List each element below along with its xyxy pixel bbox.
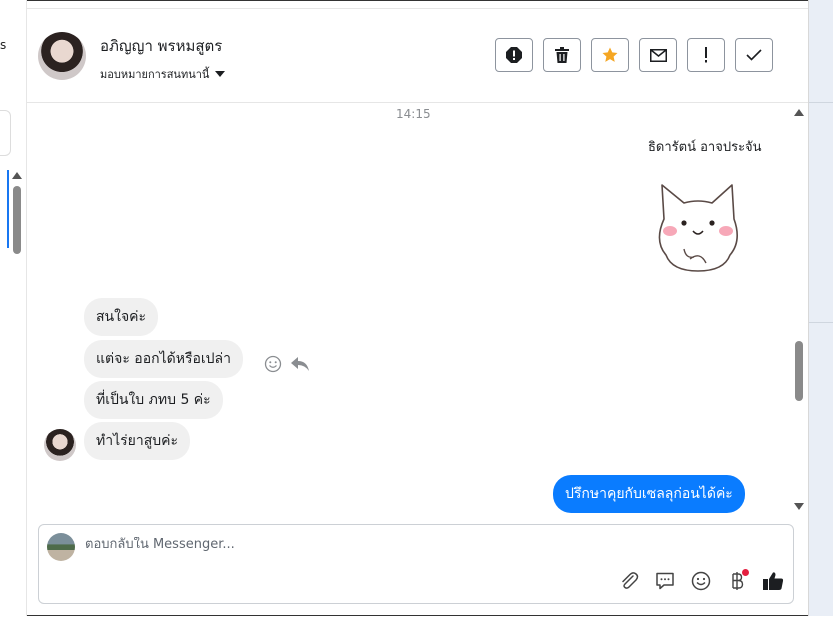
check-icon [746, 49, 762, 61]
exclamation-icon [705, 47, 707, 63]
spam-icon [506, 47, 522, 63]
thread-scrollbar[interactable] [794, 107, 804, 511]
incoming-message[interactable]: ที่เป็นใบ ภทบ 5 ค่ะ [84, 381, 223, 419]
react-emoji-icon[interactable] [264, 355, 282, 373]
assign-conversation-dropdown[interactable]: มอบหมายการสนทนานี้ [100, 65, 226, 83]
page-avatar [47, 533, 75, 561]
selected-indicator [7, 170, 9, 248]
message-thread: 14:15 ธิดารัตน์ อาจประจัน สนใจค่ะ แต่จะ … [26, 103, 808, 515]
star-button[interactable] [591, 38, 629, 72]
contact-avatar-small [44, 429, 76, 461]
notification-dot [742, 569, 749, 576]
attach-button[interactable] [617, 569, 641, 593]
like-button[interactable] [761, 569, 785, 593]
reply-input[interactable] [85, 537, 585, 552]
cat-sticker[interactable] [650, 179, 746, 279]
message-actions [264, 355, 310, 373]
emoji-button[interactable] [689, 569, 713, 593]
scroll-up-arrow-icon[interactable] [12, 172, 22, 179]
reply-arrow-icon[interactable] [290, 356, 310, 372]
scroll-up-arrow-icon[interactable] [794, 109, 804, 116]
sender-name: ธิดารัตน์ อาจประจัน [648, 140, 762, 155]
emoji-icon [691, 571, 711, 591]
attach-icon [622, 572, 639, 589]
payment-button[interactable] [725, 569, 749, 593]
details-pane-edge [808, 0, 833, 616]
star-shape [602, 47, 618, 62]
delete-button[interactable] [543, 38, 581, 72]
chevron-down-icon [215, 71, 226, 77]
contact-name[interactable]: อภิญญา พรหมสูตร [100, 34, 222, 58]
conversation-list-fragment: s [0, 38, 7, 52]
mark-done-button[interactable] [735, 38, 773, 72]
list-item-edge[interactable] [0, 110, 11, 156]
scroll-down-arrow-icon[interactable] [794, 503, 804, 510]
divider [809, 322, 833, 323]
mark-spam-button[interactable] [495, 38, 533, 72]
mark-unread-button[interactable] [639, 38, 677, 72]
incoming-message[interactable]: ทำไร่ยาสูบค่ะ [84, 422, 191, 460]
saved-reply-button[interactable] [653, 569, 677, 593]
like-icon [763, 572, 784, 590]
incoming-message[interactable]: สนใจค่ะ [84, 298, 159, 336]
composer-toolbar [617, 569, 785, 593]
conversation-list-pane: s [0, 0, 27, 616]
contact-avatar[interactable] [38, 32, 86, 80]
assign-label: มอบหมายการสนทนานี้ [100, 68, 210, 81]
trash-icon [555, 47, 569, 63]
saved-reply-icon [656, 572, 674, 590]
conversation-header: อภิญญา พรหมสูตร มอบหมายการสนทนานี้ [26, 8, 808, 103]
mail-icon [649, 48, 667, 62]
message-timestamp: 14:15 [396, 107, 431, 121]
thread-scrollbar-thumb[interactable] [795, 341, 803, 401]
outgoing-message[interactable]: ปรึกษาคุยกับเซลลุก่อนได้ค่ะ [553, 475, 745, 513]
incoming-message[interactable]: แต่จะ ออกได้หรือเปล่า [84, 340, 243, 378]
divider [809, 102, 833, 103]
list-scrollbar-thumb[interactable] [13, 186, 21, 254]
star-icon [602, 47, 618, 62]
reply-composer [38, 524, 794, 604]
follow-up-button[interactable] [687, 38, 725, 72]
